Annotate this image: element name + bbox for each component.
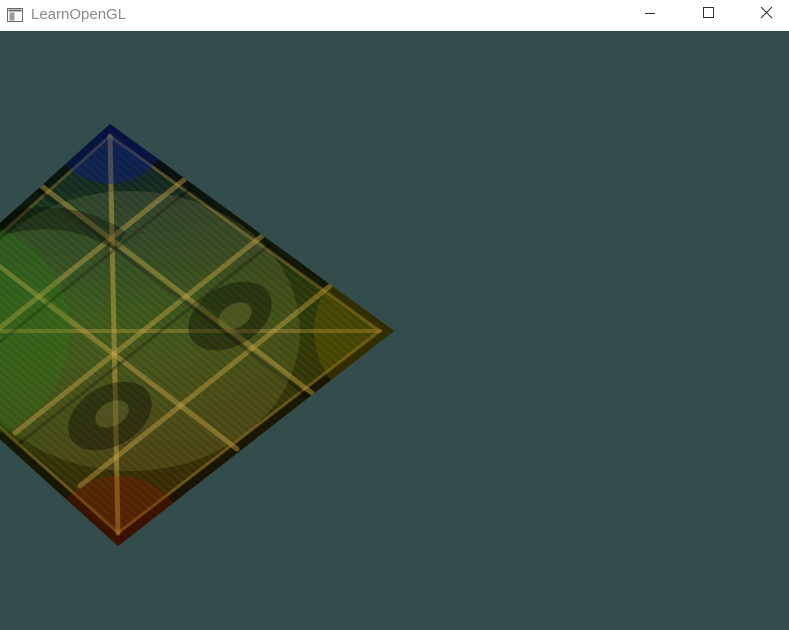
minimize-button[interactable] xyxy=(627,0,673,31)
app-window: LearnOpenGL xyxy=(0,0,789,630)
rendered-quad xyxy=(0,124,394,546)
window-title: LearnOpenGL xyxy=(31,6,127,23)
maximize-button[interactable] xyxy=(685,0,731,31)
minimize-icon xyxy=(645,13,655,14)
close-button[interactable] xyxy=(743,0,789,31)
title-bar[interactable]: LearnOpenGL xyxy=(0,0,789,31)
close-icon xyxy=(760,6,773,19)
textured-quad xyxy=(0,124,394,546)
maximize-icon xyxy=(703,7,714,18)
gl-viewport[interactable] xyxy=(0,31,789,630)
app-window-icon xyxy=(7,7,23,23)
